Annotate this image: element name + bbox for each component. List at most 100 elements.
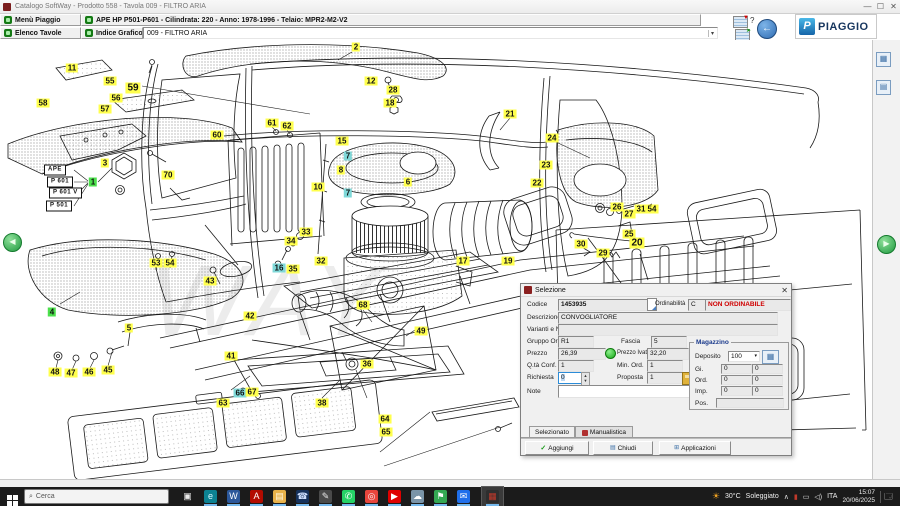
part-label-56[interactable]: 56 bbox=[110, 94, 123, 103]
part-label-49[interactable]: 49 bbox=[415, 327, 428, 336]
tray-volume-icon[interactable]: ◁) bbox=[814, 493, 822, 501]
taskbar-search-input[interactable]: ⌕ Cerca bbox=[24, 489, 169, 504]
chrome-icon[interactable]: ◎ bbox=[361, 487, 382, 506]
part-label-55[interactable]: 55 bbox=[104, 77, 117, 86]
weather-sun-icon[interactable]: ☀ bbox=[712, 491, 720, 502]
part-label-26[interactable]: 26 bbox=[611, 203, 624, 212]
next-table-button[interactable]: ▶ bbox=[877, 235, 896, 254]
applicazioni-button[interactable]: ⊞ Applicazioni bbox=[659, 441, 731, 455]
part-label-4[interactable]: 4 bbox=[48, 308, 56, 317]
part-label-8[interactable]: 8 bbox=[337, 166, 345, 175]
part-label-10[interactable]: 10 bbox=[312, 183, 325, 192]
indice-grafico-button[interactable]: Indice Grafico Tutte le bbox=[81, 27, 143, 39]
your-phone-icon[interactable]: ☎ bbox=[292, 487, 313, 506]
tavola-combobox[interactable]: 009 - FILTRO ARIA ▾ bbox=[143, 27, 718, 39]
deposito-lookup-button[interactable]: ▦ bbox=[762, 350, 779, 364]
part-label-28[interactable]: 28 bbox=[387, 86, 400, 95]
rail-grid-button[interactable]: ▤ bbox=[876, 80, 891, 95]
mail-icon[interactable]: ✉ bbox=[453, 487, 474, 506]
richiesta-field[interactable]: 0 bbox=[558, 372, 583, 384]
part-label-32[interactable]: 32 bbox=[315, 257, 328, 266]
part-label-15[interactable]: 15 bbox=[336, 137, 349, 146]
tray-clock[interactable]: 15:07 20/06/2025 bbox=[842, 489, 875, 505]
previous-table-button[interactable]: ◀ bbox=[3, 233, 22, 252]
part-label-62[interactable]: 62 bbox=[281, 122, 294, 131]
help-button[interactable]: ? bbox=[750, 16, 754, 25]
part-label-5[interactable]: 5 bbox=[125, 324, 133, 333]
part-label-43[interactable]: 43 bbox=[204, 277, 217, 286]
part-label-6[interactable]: 6 bbox=[404, 178, 412, 187]
part-label-27[interactable]: 27 bbox=[623, 210, 636, 219]
model-badge-p-601[interactable]: P 601 bbox=[47, 177, 73, 188]
tray-expand-icon[interactable]: ∧ bbox=[784, 493, 789, 501]
part-label-12[interactable]: 12 bbox=[365, 77, 378, 86]
part-label-16[interactable]: 16 bbox=[273, 264, 286, 273]
part-label-65[interactable]: 65 bbox=[380, 428, 393, 437]
chiudi-button[interactable]: ▤ Chiudi bbox=[593, 441, 653, 455]
maximize-button[interactable]: ☐ bbox=[874, 1, 887, 12]
part-label-57[interactable]: 57 bbox=[99, 105, 112, 114]
paint-app-icon[interactable]: ✎ bbox=[315, 487, 336, 506]
tray-display-icon[interactable]: ▭ bbox=[803, 493, 810, 501]
part-label-11[interactable]: 11 bbox=[66, 64, 78, 73]
part-label-17[interactable]: 17 bbox=[457, 257, 470, 266]
part-label-35[interactable]: 35 bbox=[287, 265, 300, 274]
part-label-42[interactable]: 42 bbox=[244, 312, 257, 321]
part-label-45[interactable]: 45 bbox=[102, 366, 115, 375]
part-label-60[interactable]: 60 bbox=[211, 131, 224, 140]
menu-piaggio-button[interactable]: Menù Piaggio bbox=[0, 14, 81, 26]
weather-temp[interactable]: 30°C bbox=[725, 493, 741, 500]
model-badge-ape[interactable]: APE bbox=[44, 165, 66, 176]
notification-center-icon[interactable]: 🗔 bbox=[880, 491, 896, 503]
tray-language[interactable]: ITA bbox=[827, 493, 837, 500]
youtube-icon[interactable]: ▶ bbox=[384, 487, 405, 506]
part-label-7[interactable]: 7 bbox=[344, 189, 352, 198]
part-label-59[interactable]: 59 bbox=[125, 83, 140, 94]
back-button[interactable]: ← bbox=[757, 19, 777, 39]
whatsapp-icon[interactable]: ✆ bbox=[338, 487, 359, 506]
part-label-2[interactable]: 2 bbox=[352, 43, 360, 52]
part-label-33[interactable]: 33 bbox=[300, 228, 313, 237]
task-view-icon[interactable]: ▣ bbox=[177, 487, 198, 506]
part-label-68[interactable]: 68 bbox=[357, 301, 370, 310]
part-label-58[interactable]: 58 bbox=[37, 99, 50, 108]
filter-table-button[interactable]: ▼ bbox=[733, 16, 748, 28]
chevron-down-icon[interactable]: ▾ bbox=[708, 30, 714, 37]
part-label-36[interactable]: 36 bbox=[361, 360, 374, 369]
part-label-20[interactable]: 20 bbox=[629, 238, 644, 249]
rail-window-button[interactable]: ▦ bbox=[876, 52, 891, 67]
deposito-combobox[interactable]: 100 ▾ bbox=[728, 351, 760, 362]
part-label-46[interactable]: 46 bbox=[83, 368, 96, 377]
acrobat-icon[interactable]: A bbox=[246, 487, 267, 506]
part-label-21[interactable]: 21 bbox=[504, 110, 517, 119]
part-label-48[interactable]: 48 bbox=[49, 368, 62, 377]
richiesta-stepper[interactable]: ▲▼ bbox=[581, 372, 590, 386]
dialog-titlebar[interactable]: Selezione ✕ bbox=[521, 284, 791, 297]
maps-icon[interactable]: ⚑ bbox=[430, 487, 451, 506]
edge-icon[interactable]: e bbox=[200, 487, 221, 506]
part-label-63[interactable]: 63 bbox=[217, 399, 230, 408]
part-label-29[interactable]: 29 bbox=[597, 249, 610, 258]
part-label-38[interactable]: 38 bbox=[316, 399, 329, 408]
part-label-1[interactable]: 1 bbox=[89, 178, 97, 187]
part-label-64[interactable]: 64 bbox=[379, 415, 392, 424]
part-label-41[interactable]: 41 bbox=[225, 352, 238, 361]
start-button[interactable] bbox=[0, 487, 24, 506]
part-label-18[interactable]: 18 bbox=[384, 99, 397, 108]
part-label-54[interactable]: 54 bbox=[164, 259, 177, 268]
part-label-54[interactable]: 54 bbox=[646, 205, 659, 214]
part-label-66[interactable]: 66 bbox=[234, 389, 247, 398]
part-label-7[interactable]: 7 bbox=[344, 152, 352, 161]
photos-icon[interactable]: ☁ bbox=[407, 487, 428, 506]
elenco-tavole-button[interactable]: Elenco Tavole bbox=[0, 27, 81, 39]
part-label-19[interactable]: 19 bbox=[502, 257, 515, 266]
weather-desc[interactable]: Soleggiato bbox=[746, 493, 779, 500]
part-label-34[interactable]: 34 bbox=[285, 237, 298, 246]
model-info-bar[interactable]: APE HP P501-P601 - Cilindrata: 220 - Ann… bbox=[81, 14, 701, 26]
catalogo-softway-icon[interactable]: ▦ bbox=[482, 487, 503, 506]
aggiungi-button[interactable]: ✓ Aggiungi bbox=[525, 441, 589, 455]
part-label-47[interactable]: 47 bbox=[65, 369, 78, 378]
part-label-61[interactable]: 61 bbox=[266, 119, 279, 128]
word-icon[interactable]: W bbox=[223, 487, 244, 506]
part-label-24[interactable]: 24 bbox=[546, 134, 559, 143]
